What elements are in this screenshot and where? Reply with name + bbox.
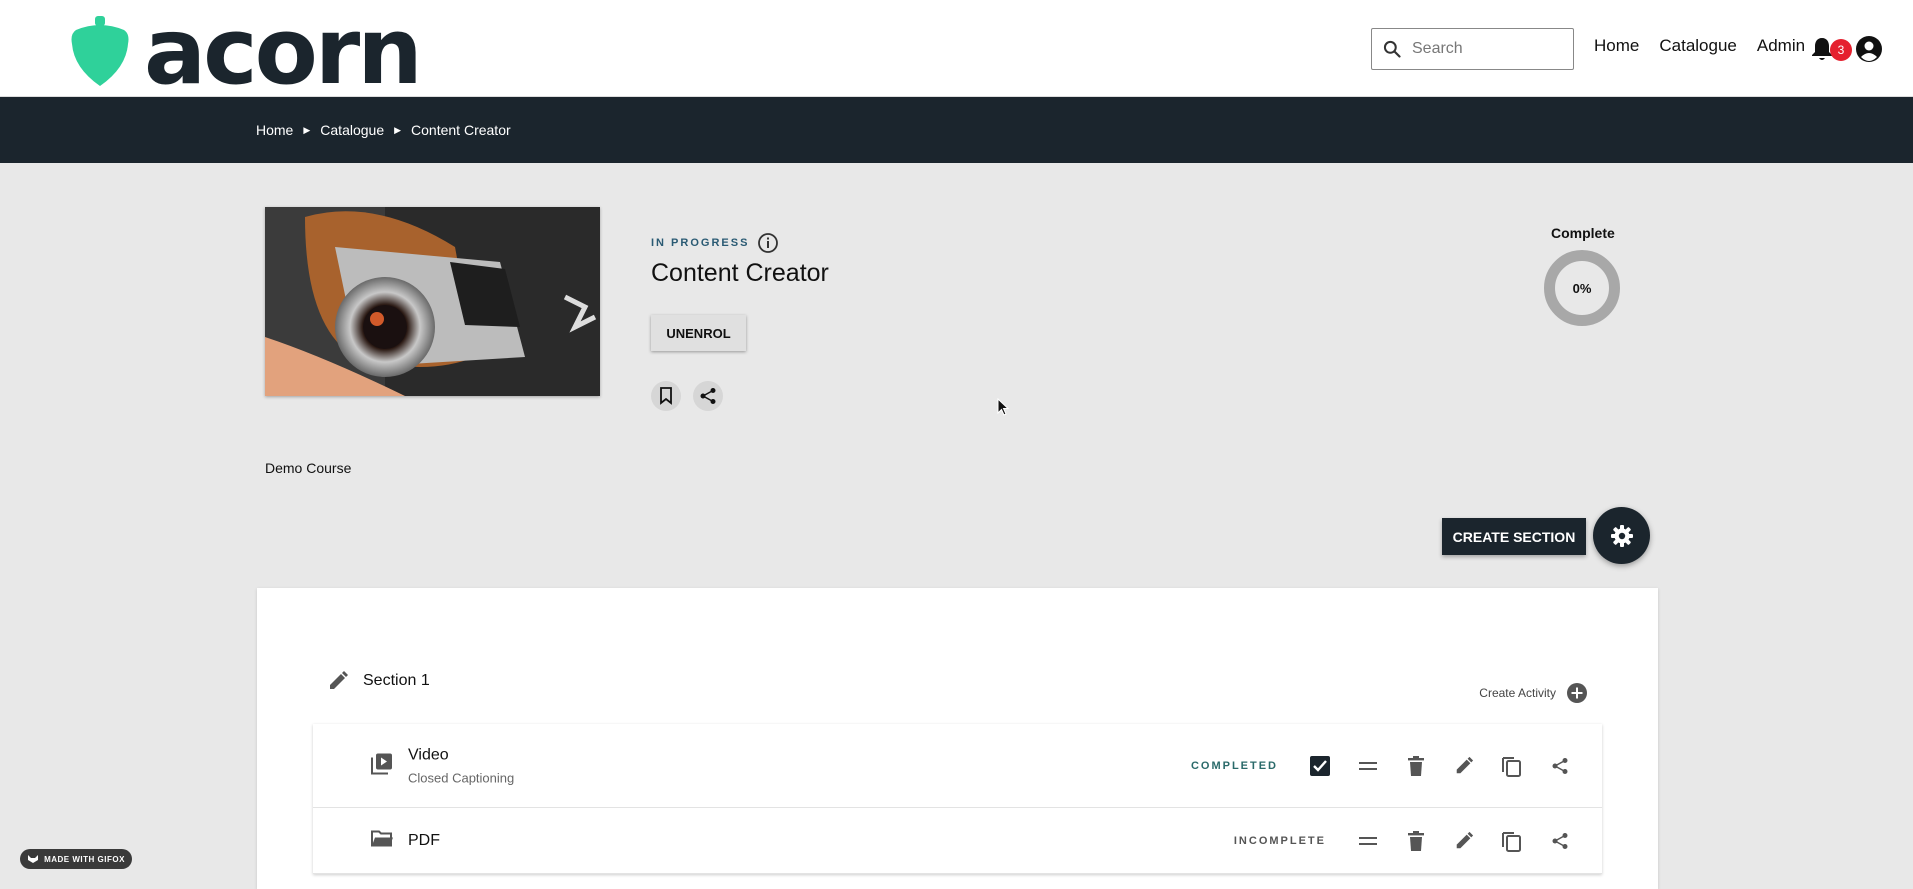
activity-text: PDF	[408, 832, 440, 850]
edit-activity-button[interactable]	[1440, 826, 1488, 856]
activity-status: INCOMPLETE	[1233, 834, 1326, 847]
create-section-button[interactable]: CREATE SECTION	[1442, 518, 1586, 555]
acorn-icon	[71, 16, 129, 86]
gifox-watermark: MADE WITH GIFOX	[20, 849, 132, 869]
checkbox-checked-icon	[1310, 755, 1330, 776]
delete-activity-button[interactable]	[1392, 751, 1440, 781]
activity-actions: COMPLETED	[1191, 751, 1584, 781]
edit-activity-button[interactable]	[1440, 751, 1488, 781]
watermark-text: MADE WITH GIFOX	[44, 854, 125, 864]
drag-handle-icon	[1359, 836, 1377, 845]
info-icon[interactable]	[757, 232, 779, 254]
notification-count-badge: 3	[1830, 39, 1852, 61]
search-box[interactable]	[1371, 28, 1574, 70]
share-icon	[1552, 832, 1568, 849]
activity-title: PDF	[408, 831, 440, 849]
breadcrumb-home[interactable]: Home	[256, 122, 293, 138]
breadcrumb: Home ▶ Catalogue ▶ Content Creator	[256, 122, 511, 138]
section-title: Section 1	[363, 672, 430, 689]
account-button[interactable]	[1855, 35, 1883, 68]
share-activity-button[interactable]	[1536, 751, 1584, 781]
drag-handle[interactable]	[1344, 826, 1392, 856]
search-icon	[1383, 40, 1401, 58]
breadcrumb-arrow-icon: ▶	[394, 124, 402, 135]
breadcrumb-catalogue[interactable]: Catalogue	[320, 122, 384, 138]
activity-status: COMPLETED	[1190, 759, 1278, 772]
breadcrumb-bar: Home ▶ Catalogue ▶ Content Creator	[0, 97, 1913, 163]
acorn-logo[interactable]: acorn	[70, 0, 423, 105]
section-card: Section 1 Create Activity Video Closed C…	[257, 588, 1658, 889]
breadcrumb-current: Content Creator	[411, 122, 511, 138]
folder-open-icon	[371, 829, 393, 852]
nav-catalogue-link[interactable]: Catalogue	[1659, 36, 1737, 56]
activity-row[interactable]: PDF INCOMPLETE	[313, 808, 1602, 874]
progress-value: 0%	[1572, 280, 1592, 296]
video-library-icon	[371, 752, 393, 779]
mouse-cursor-icon	[997, 398, 1009, 416]
trash-icon	[1408, 830, 1424, 851]
drag-handle-icon	[1359, 761, 1377, 770]
share-icon	[700, 388, 716, 404]
pencil-icon	[1456, 831, 1474, 848]
nav-home-link[interactable]: Home	[1594, 36, 1639, 56]
nav-admin-link[interactable]: Admin	[1757, 36, 1805, 56]
copy-icon	[1502, 831, 1521, 852]
course-description: Demo Course	[265, 460, 352, 476]
logo-text: acorn	[144, 0, 423, 105]
section-header: Section 1	[327, 670, 430, 692]
activity-subtitle: Closed Captioning	[408, 770, 515, 785]
progress-label: Complete	[1551, 225, 1615, 241]
share-course-button[interactable]	[693, 381, 723, 411]
share-icon	[1552, 757, 1568, 774]
bookmark-icon	[660, 387, 672, 405]
share-activity-button[interactable]	[1536, 826, 1584, 856]
gear-icon	[1610, 524, 1633, 547]
pencil-icon	[1456, 756, 1474, 773]
progress-donut: 0%	[1544, 250, 1620, 326]
main-nav: Home Catalogue Admin	[1594, 36, 1805, 56]
activity-list: Video Closed Captioning COMPLETED PDF IN…	[313, 724, 1602, 874]
add-circle-icon	[1567, 683, 1587, 703]
gifox-logo-icon	[28, 855, 39, 863]
delete-activity-button[interactable]	[1392, 826, 1440, 856]
breadcrumb-arrow-icon: ▶	[303, 124, 311, 135]
drag-handle[interactable]	[1344, 751, 1392, 781]
search-input[interactable]	[1412, 40, 1562, 58]
create-activity-button[interactable]: Create Activity	[1479, 682, 1588, 704]
course-cover-image	[265, 207, 600, 396]
duplicate-activity-button[interactable]	[1488, 751, 1536, 781]
create-activity-label: Create Activity	[1479, 686, 1556, 700]
copy-icon	[1502, 756, 1521, 777]
complete-checkbox[interactable]	[1296, 751, 1344, 781]
trash-icon	[1408, 755, 1424, 776]
bookmark-button[interactable]	[651, 381, 681, 411]
status-label: IN PROGRESS	[651, 237, 750, 249]
course-status: IN PROGRESS	[651, 232, 779, 254]
duplicate-activity-button[interactable]	[1488, 826, 1536, 856]
activity-actions: INCOMPLETE	[1234, 826, 1584, 856]
course-settings-button[interactable]	[1593, 507, 1650, 564]
activity-title: Video	[408, 746, 449, 763]
top-header: acorn Home Catalogue Admin 3	[0, 0, 1913, 105]
account-circle-icon	[1856, 36, 1882, 62]
unenrol-button[interactable]: UNENROL	[651, 315, 746, 351]
edit-section-icon[interactable]	[327, 670, 349, 692]
course-title: Content Creator	[651, 259, 829, 287]
activity-row[interactable]: Video Closed Captioning COMPLETED	[313, 724, 1602, 808]
activity-text: Video Closed Captioning	[408, 746, 514, 785]
